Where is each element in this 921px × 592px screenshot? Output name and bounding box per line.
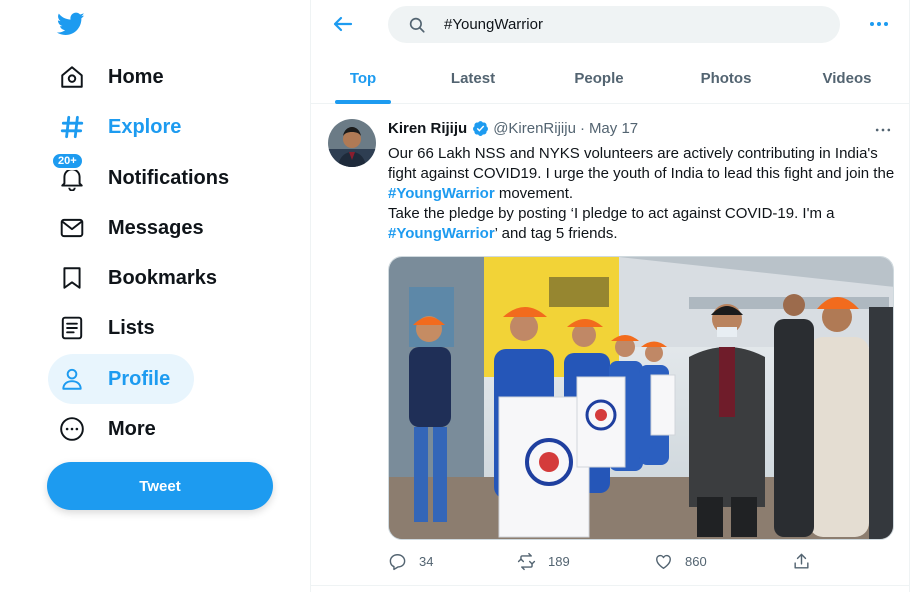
person-icon — [58, 365, 86, 393]
like-button[interactable]: 860 — [654, 552, 707, 571]
author-name[interactable]: Kiren Rijiju — [388, 120, 467, 137]
search-input[interactable] — [444, 16, 824, 33]
bell-icon: 20+ — [51, 152, 86, 192]
hashtag-link[interactable]: #YoungWarrior — [388, 225, 495, 242]
reply-button[interactable]: 34 — [388, 552, 433, 571]
main-column: Top Latest People Photos Videos — [310, 0, 910, 592]
nav-bookmarks[interactable]: Bookmarks — [48, 253, 241, 303]
hashtag-icon — [58, 113, 86, 141]
verified-badge-icon — [473, 121, 489, 136]
tab-videos[interactable]: Videos — [785, 52, 909, 104]
tweet-date[interactable]: May 17 — [589, 120, 638, 137]
nav-profile[interactable]: Profile — [48, 354, 195, 404]
tab-latest-label: Latest — [450, 69, 496, 87]
tweet[interactable]: Kiren Rijiju @KirenRijiju · May 17 Our 6… — [311, 106, 909, 586]
tweet-header: Kiren Rijiju @KirenRijiju · May 17 — [388, 120, 638, 137]
search-icon — [409, 17, 425, 33]
sidebar: Home Explore 20+ Notifications Messages … — [0, 0, 310, 592]
tweet-actions: 34 189 860 — [388, 552, 818, 574]
bookmark-icon — [58, 264, 86, 292]
hashtag-link[interactable]: #YoungWarrior — [388, 185, 495, 202]
nav-more[interactable]: More — [48, 404, 180, 454]
reply-count: 34 — [419, 554, 434, 569]
search-box[interactable] — [388, 6, 840, 43]
tab-videos-label: Videos — [822, 69, 872, 87]
search-tabs: Top Latest People Photos Videos — [311, 52, 909, 104]
retweet-icon — [517, 552, 536, 571]
tweet-button[interactable]: Tweet — [47, 462, 273, 510]
twitter-bird-icon[interactable] — [56, 10, 86, 38]
nav-notifications[interactable]: 20+ Notifications — [48, 152, 253, 203]
author-handle[interactable]: @KirenRijiju — [493, 120, 576, 137]
nav-explore-label: Explore — [108, 115, 182, 138]
back-arrow-icon[interactable] — [331, 12, 355, 36]
more-circle-icon — [58, 415, 86, 443]
envelope-icon — [58, 214, 86, 242]
nav-home[interactable]: Home — [48, 52, 188, 102]
tweet-text-part: movement. — [494, 185, 574, 202]
tab-latest[interactable]: Latest — [415, 52, 531, 104]
list-icon — [58, 314, 86, 342]
tweet-text: Our 66 Lakh NSS and NYKS volunteers are … — [388, 144, 898, 244]
share-button[interactable] — [792, 552, 811, 571]
separator-dot: · — [579, 120, 585, 137]
more-options-icon[interactable] — [867, 12, 891, 36]
tab-people-label: People — [574, 69, 624, 87]
tweet-text-part: ’ and tag 5 friends. — [494, 225, 618, 242]
tab-top[interactable]: Top — [311, 52, 415, 104]
tweet-text-part: Our 66 Lakh NSS and NYKS volunteers are … — [388, 145, 895, 182]
nav-notifications-label: Notifications — [108, 166, 230, 189]
nav-home-label: Home — [108, 65, 164, 88]
notifications-badge: 20+ — [51, 152, 84, 170]
tweet-more-icon[interactable] — [873, 120, 893, 140]
nav-profile-label: Profile — [108, 367, 171, 390]
home-icon — [58, 63, 86, 91]
retweet-count: 189 — [548, 554, 570, 569]
nav-lists[interactable]: Lists — [48, 303, 179, 353]
active-tab-indicator — [335, 100, 391, 104]
nav-bookmarks-label: Bookmarks — [108, 266, 217, 289]
heart-icon — [656, 554, 671, 569]
nav-messages-label: Messages — [108, 216, 204, 239]
like-count: 860 — [685, 554, 707, 569]
nav-explore[interactable]: Explore — [48, 102, 205, 152]
tab-photos[interactable]: Photos — [667, 52, 785, 104]
tab-top-label: Top — [349, 69, 377, 87]
share-icon — [794, 553, 809, 569]
tweet-photo[interactable] — [388, 256, 894, 540]
search-header — [311, 0, 909, 50]
nav-lists-label: Lists — [108, 316, 155, 339]
nav-more-label: More — [108, 417, 156, 440]
tweet-text-part: Take the pledge by posting ‘I pledge to … — [388, 205, 835, 222]
tab-people[interactable]: People — [531, 52, 667, 104]
tab-photos-label: Photos — [700, 69, 752, 87]
app-window: Home Explore 20+ Notifications Messages … — [0, 0, 921, 592]
reply-icon — [389, 554, 406, 571]
retweet-button[interactable]: 189 — [517, 552, 570, 571]
nav-messages[interactable]: Messages — [48, 203, 228, 253]
avatar[interactable] — [328, 119, 376, 167]
